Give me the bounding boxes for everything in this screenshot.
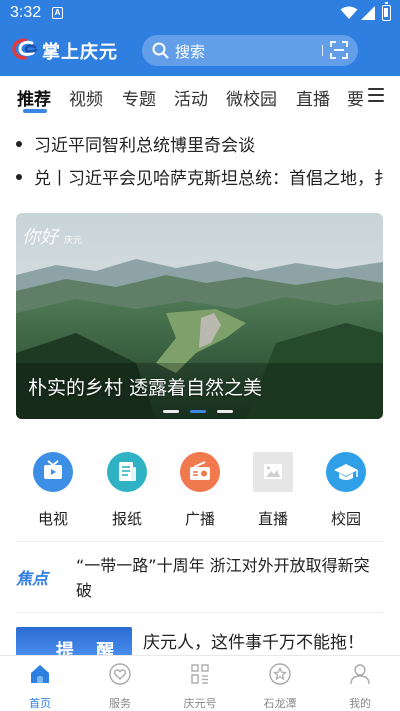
signal-icon [361, 6, 375, 20]
status-time: 3:32 [10, 4, 42, 21]
carousel-dot-active[interactable] [190, 410, 206, 413]
quick-link-label: 报纸 [111, 510, 142, 528]
carousel-dot[interactable] [163, 410, 179, 413]
bottom-navigation: 首页 服务 庆元号 石龙潭 我的 [0, 655, 400, 711]
app-logo-icon [12, 38, 38, 60]
nav-label: 首页 [29, 697, 51, 710]
bullet-icon [16, 174, 22, 180]
focus-tag: 焦点 [16, 569, 49, 588]
tab-important[interactable]: 要 [347, 85, 364, 110]
news-thumbnail[interactable]: 提 醒 [16, 627, 132, 657]
nav-profile[interactable]: 我的 [332, 662, 388, 711]
quick-link-label: 直播 [257, 510, 288, 528]
tv-icon [33, 452, 73, 492]
bullet-icon [16, 141, 22, 147]
nav-home[interactable]: 首页 [12, 662, 68, 711]
app-header: 3:32 A 掌上庆元 搜索 [0, 0, 400, 76]
search-bar[interactable]: 搜索 [142, 35, 358, 66]
headline-text: 习近平同智利总统博里奇会谈 [34, 136, 255, 156]
search-divider [322, 45, 323, 56]
tab-micro-campus[interactable]: 微校园 [226, 85, 277, 110]
nav-label: 石龙潭 [263, 697, 297, 710]
banner-watermark: 你好 庆元 [22, 223, 82, 249]
search-placeholder: 搜索 [175, 43, 206, 61]
newspaper-icon [107, 452, 147, 492]
battery-icon [382, 2, 391, 21]
news-title[interactable]: 庆元人，这件事千万不能拖！ [143, 628, 364, 653]
nav-qingyuan-hao[interactable]: 庆元号 [172, 662, 228, 711]
banner-watermark-title: 你好 [22, 227, 58, 248]
headline-item[interactable]: 习近平同智利总统博里奇会谈 [16, 131, 392, 156]
tab-live[interactable]: 直播 [296, 85, 330, 110]
quick-link-radio[interactable]: 广播 [170, 452, 230, 529]
quick-link-newspaper[interactable]: 报纸 [97, 452, 157, 529]
nav-services[interactable]: 服务 [92, 662, 148, 711]
notification-icon: A [52, 7, 63, 19]
headline-item[interactable]: 兑丨习近平会见哈萨克斯坦总统：首倡之地，扌 [16, 164, 392, 189]
quick-link-label: 广播 [184, 510, 215, 528]
tab-events[interactable]: 活动 [174, 85, 208, 110]
tab-menu-icon[interactable] [368, 88, 384, 103]
home-icon [31, 665, 49, 683]
headline-text: 兑丨习近平会见哈萨克斯坦总统：首倡之地，扌 [34, 169, 391, 189]
scan-icon[interactable] [330, 41, 348, 59]
graduation-cap-icon [326, 452, 366, 492]
carousel-dot[interactable] [217, 410, 233, 413]
focus-headline[interactable]: “一带一路”十周年 浙江对外开放取得新突破 [76, 553, 382, 603]
status-bar: 3:32 A [0, 0, 400, 28]
image-placeholder-icon [253, 452, 293, 492]
radio-icon [180, 452, 220, 492]
banner-carousel[interactable]: 你好 庆元 朴实的乡村 透露着自然之美 [16, 213, 383, 419]
quick-link-campus[interactable]: 校园 [316, 452, 376, 529]
quick-link-tv[interactable]: 电视 [23, 452, 83, 529]
tab-video[interactable]: 视频 [69, 85, 103, 110]
nav-shilongtan[interactable]: 石龙潭 [252, 662, 308, 711]
divider [16, 541, 383, 542]
heart-icon [109, 663, 131, 685]
carousel-dots [161, 410, 241, 414]
tab-topics[interactable]: 专题 [122, 85, 156, 110]
banner-watermark-sub: 庆元 [64, 236, 83, 246]
quick-link-live[interactable]: 直播 [243, 452, 303, 529]
divider [16, 612, 383, 613]
wifi-icon [340, 6, 358, 19]
tab-recommend[interactable]: 推荐 [17, 85, 51, 110]
category-tabs: 推荐 视频 专题 活动 微校园 直播 要 [0, 76, 400, 118]
banner-caption: 朴实的乡村 透露着自然之美 [28, 377, 263, 399]
search-icon [152, 42, 169, 59]
nav-label: 我的 [349, 697, 371, 710]
grid-icon [191, 664, 209, 684]
nav-label: 服务 [109, 697, 131, 710]
active-tab-indicator [23, 109, 47, 113]
quick-link-label: 校园 [330, 510, 361, 528]
quick-link-label: 电视 [37, 510, 68, 528]
nav-label: 庆元号 [183, 697, 217, 710]
news-thumbnail-text: 提 醒 [56, 641, 123, 657]
user-icon [350, 664, 370, 685]
app-title: 掌上庆元 [42, 42, 118, 63]
star-icon [269, 663, 291, 685]
